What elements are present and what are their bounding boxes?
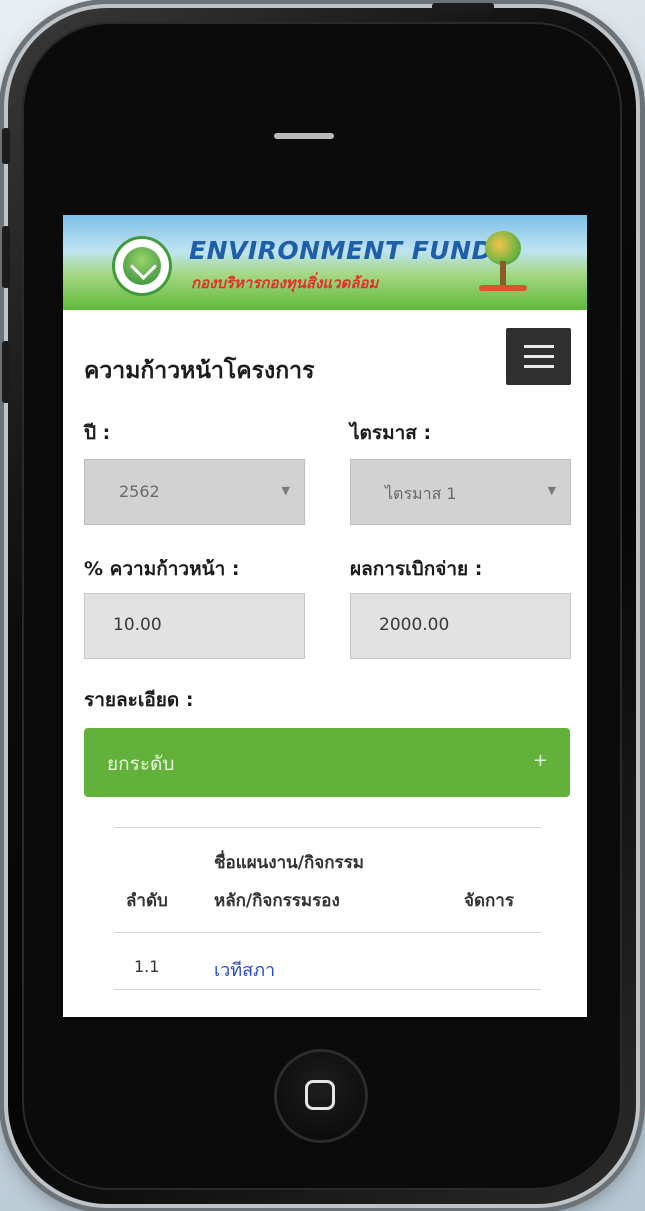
year-label: ปี : [84,422,111,444]
menu-bar-icon [524,345,554,348]
home-square-icon [305,1080,335,1110]
details-label: รายละเอียด : [84,689,194,711]
logo-mark-icon [123,247,161,285]
quarter-label: ไตรมาส : [350,422,432,444]
tree-icon [473,227,533,297]
home-button[interactable] [277,1052,365,1140]
header-banner: ENVIRONMENT FUND กองบริหารกองทุนสิ่งแวดล… [63,215,587,310]
menu-bar-icon [524,365,554,368]
year-select[interactable]: 2562 ▼ [84,459,305,525]
menu-button[interactable] [506,328,571,385]
app-screen: ENVIRONMENT FUND กองบริหารกองทุนสิ่งแวดล… [63,215,587,1017]
volume-up-button [2,226,10,288]
chevron-down-icon: ▼ [547,484,556,497]
mute-switch [2,128,10,164]
environment-fund-logo [115,239,169,293]
brand-subtitle: กองบริหารกองทุนสิ่งแวดล้อม [191,274,379,292]
tree-foliage [485,231,521,265]
menu-bar-icon [524,355,554,358]
disbursement-field[interactable]: 2000.00 [350,593,571,659]
table-header-order: ลำดับ [126,891,168,911]
table-row-order: 1.1 [134,957,160,976]
page-title: ความก้าวหน้าโครงการ [84,358,315,384]
progress-label: % ความก้าวหน้า : [84,558,240,580]
quarter-select[interactable]: ไตรมาส 1 ▼ [350,459,571,525]
table-row-divider [114,989,541,990]
disbursement-label: ผลการเบิกจ่าย : [350,558,483,580]
table-header-divider [114,932,541,933]
table-header-name-line2: หลัก/กิจกรรมรอง [214,891,340,911]
volume-down-button [2,341,10,403]
chevron-down-icon: ▼ [281,484,290,497]
progress-field[interactable]: 10.00 [84,593,305,659]
brand-title: ENVIRONMENT FUND [189,236,493,265]
plus-icon[interactable]: + [533,750,548,771]
table-header-action: จัดการ [464,891,514,911]
disbursement-field-value: 2000.00 [379,615,450,635]
quarter-select-value: ไตรมาส 1 [385,484,457,503]
table-row-name-link[interactable]: เวทีสภา [214,955,275,984]
earpiece-speaker [274,133,334,139]
details-accordion[interactable]: ยกระดับ + [84,728,570,797]
table-header-name-line1: ชื่อแผนงาน/กิจกรรม [214,853,364,873]
year-select-value: 2562 [119,482,160,501]
tree-ground [479,285,527,291]
progress-field-value: 10.00 [113,615,162,635]
table-top-divider [114,827,541,828]
accordion-label: ยกระดับ [107,753,175,775]
power-button [432,3,494,11]
tree-trunk [500,261,506,287]
